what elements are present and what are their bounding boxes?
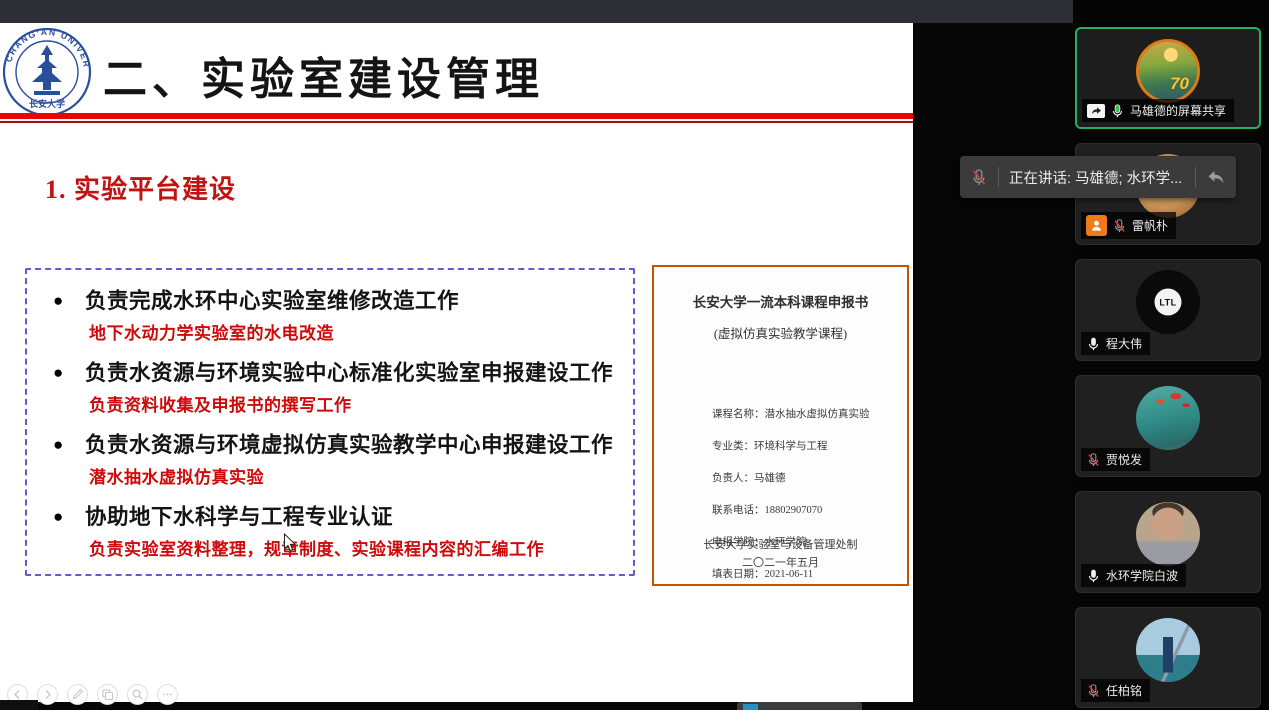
bullet-item: 负责水资源与环境实验中心标准化实验室申报建设工作 负责资料收集及申报书的撰写工作 <box>41 356 623 422</box>
participant-name: 任柏铭 <box>1106 682 1142 699</box>
toast-divider <box>998 167 999 187</box>
avatar: 70 <box>1136 39 1200 103</box>
bullet-sub-text: 负责资料收集及申报书的撰写工作 <box>41 390 623 422</box>
avatar <box>1136 386 1200 450</box>
title-divider-thin <box>0 121 913 123</box>
logo-cn-text: 长安大学 <box>29 98 65 109</box>
participant-label: 程大伟 <box>1081 332 1150 355</box>
doc-field: 负责人：马雄德 <box>712 470 907 485</box>
mic-muted-icon <box>1086 452 1101 468</box>
avatar <box>1136 618 1200 682</box>
participant-label: 雷帆朴 <box>1081 212 1176 239</box>
collapsed-taskbar-hint[interactable] <box>737 702 862 710</box>
bottom-left-dark-strip <box>0 700 38 710</box>
participant-name: 水环学院白波 <box>1106 567 1178 584</box>
mic-on-icon <box>1086 568 1101 584</box>
participant-name: 程大伟 <box>1106 335 1142 352</box>
bullet-sub-text: 潜水抽水虚拟仿真实验 <box>41 462 623 494</box>
bullet-main-text: 负责水资源与环境虚拟仿真实验教学中心申报建设工作 <box>41 428 623 462</box>
section-heading: 1. 实验平台建设 <box>45 169 236 206</box>
participant-tile[interactable]: 水环学院白波 <box>1075 491 1261 593</box>
avatar <box>1136 502 1200 566</box>
application-form-preview: 长安大学一流本科课程申报书 (虚拟仿真实验教学课程) 课程名称：潜水抽水虚拟仿真… <box>652 265 909 586</box>
mic-muted-icon <box>970 168 988 187</box>
avatar: LTL <box>1136 270 1200 334</box>
participant-name: 贾悦发 <box>1106 451 1142 468</box>
toast-divider <box>1195 167 1196 187</box>
mic-on-icon <box>1086 336 1101 352</box>
bullet-sub-text: 负责实验室资料整理，规章制度、实验课程内容的汇编工作 <box>41 534 623 566</box>
participant-tile[interactable]: LTL 程大伟 <box>1075 259 1261 361</box>
mic-muted-icon <box>1086 683 1101 699</box>
pen-tool-button[interactable] <box>67 684 88 705</box>
mic-muted-icon <box>1112 218 1127 234</box>
taskbar-accent-chip <box>743 704 758 710</box>
participant-tile-screen-share[interactable]: 70 马雄德的屏幕共享 <box>1075 27 1261 129</box>
zoom-tool-button[interactable] <box>127 684 148 705</box>
participant-tile[interactable]: 任柏铭 <box>1075 607 1261 708</box>
doc-field: 联系电话：18802907070 <box>712 502 907 517</box>
participant-label: 马雄德的屏幕共享 <box>1082 99 1234 122</box>
anniversary-70-badge: 70 <box>1170 74 1189 94</box>
mouse-cursor <box>283 533 297 558</box>
participant-name: 马雄德的屏幕共享 <box>1130 102 1226 119</box>
participant-label: 水环学院白波 <box>1081 564 1186 587</box>
participant-tile[interactable]: 贾悦发 <box>1075 375 1261 477</box>
person-role-badge-icon <box>1086 215 1107 236</box>
avatar-monogram: LTL <box>1155 289 1182 316</box>
bullet-item: 协助地下水科学与工程专业认证 负责实验室资料整理，规章制度、实验课程内容的汇编工… <box>41 500 623 566</box>
doc-footer-date: 二〇二一年五月 <box>654 554 907 570</box>
slide-panel-button[interactable] <box>97 684 118 705</box>
participant-label: 贾悦发 <box>1081 448 1150 471</box>
shared-slide: CHANG'AN UNIVERSITY 长安大学 二、实验室建设管理 1. 实验… <box>0 23 913 702</box>
bullet-item: 负责水资源与环境虚拟仿真实验教学中心申报建设工作 潜水抽水虚拟仿真实验 <box>41 428 623 494</box>
screen-share-icon <box>1087 104 1105 118</box>
now-speaking-text: 正在讲话: 马雄德; 水环学... <box>1009 167 1185 188</box>
participants-sidebar: 70 马雄德的屏幕共享 雷帆朴 <box>1073 0 1269 710</box>
bullet-main-text: 负责完成水环中心实验室维修改造工作 <box>41 284 623 318</box>
title-divider-thick <box>0 113 913 119</box>
bullet-item: 负责完成水环中心实验室维修改造工作 地下水动力学实验室的水电改造 <box>41 284 623 350</box>
doc-footer-publisher: 长安大学实验室与设备管理处制 <box>654 536 907 552</box>
reply-arrow-icon[interactable] <box>1206 168 1226 186</box>
more-tools-button[interactable] <box>157 684 178 705</box>
participant-label: 任柏铭 <box>1081 679 1150 702</box>
bullet-main-text: 协助地下水科学与工程专业认证 <box>41 500 623 534</box>
window-top-bar <box>0 0 1073 23</box>
slide-title: 二、实验室建设管理 <box>103 43 883 107</box>
bullet-main-text: 负责水资源与环境实验中心标准化实验室申报建设工作 <box>41 356 623 390</box>
doc-field: 专业类：环境科学与工程 <box>712 438 907 453</box>
now-speaking-toast: 正在讲话: 马雄德; 水环学... <box>960 156 1236 198</box>
next-slide-button[interactable] <box>37 684 58 705</box>
doc-subtitle: (虚拟仿真实验教学课程) <box>654 323 907 342</box>
changan-university-logo: CHANG'AN UNIVERSITY 长安大学 <box>2 27 92 117</box>
task-list-box: 负责完成水环中心实验室维修改造工作 地下水动力学实验室的水电改造 负责水资源与环… <box>25 268 635 576</box>
doc-title: 长安大学一流本科课程申报书 <box>654 291 907 311</box>
bullet-sub-text: 地下水动力学实验室的水电改造 <box>41 318 623 350</box>
doc-field: 课程名称：潜水抽水虚拟仿真实验 <box>712 406 907 421</box>
mic-active-icon <box>1110 103 1125 119</box>
participant-name: 雷帆朴 <box>1132 217 1168 234</box>
